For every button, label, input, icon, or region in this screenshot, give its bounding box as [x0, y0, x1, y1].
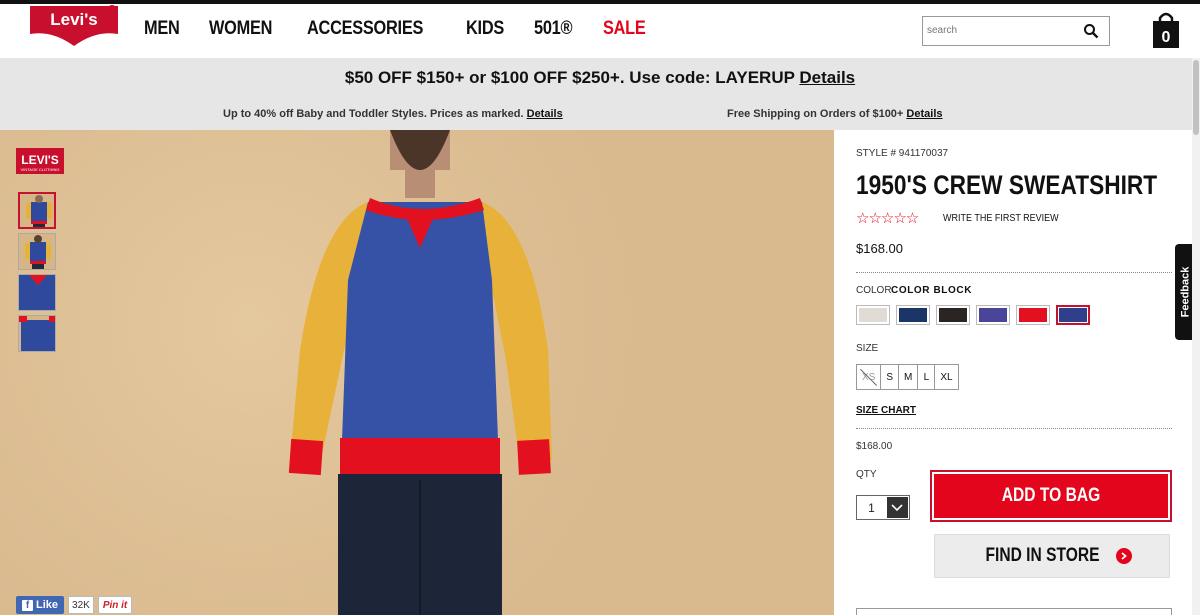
facebook-icon: f — [22, 599, 33, 611]
nav-women[interactable]: WOMEN — [209, 18, 272, 40]
facebook-like-button[interactable]: f Like — [16, 596, 65, 614]
qty-label: QTY — [856, 469, 877, 480]
site-header: Levi's MEN WOMEN ACCESSORIES KIDS 501® S… — [0, 4, 1200, 58]
thumbnail-3[interactable] — [18, 274, 56, 311]
promo-right-text: Free Shipping on Orders of $100+ — [727, 108, 904, 120]
quantity-value: 1 — [868, 500, 875, 515]
nav-501[interactable]: 501® — [534, 18, 573, 40]
search-box — [922, 16, 1110, 46]
thumbnail-4[interactable] — [18, 315, 56, 352]
product-title: 1950'S CREW SWEATSHIRT — [856, 170, 1158, 200]
promo-left-details-link[interactable]: Details — [527, 108, 563, 120]
product-details: STYLE # 941170037 1950'S CREW SWEATSHIRT… — [856, 130, 1172, 615]
product-price: $168.00 — [856, 241, 903, 256]
color-label: COLOR — [856, 285, 892, 296]
size-xs[interactable]: XS — [856, 364, 882, 390]
feedback-label: Feedback — [1179, 266, 1191, 318]
like-count: 32K — [68, 596, 94, 614]
color-swatch[interactable] — [896, 305, 930, 325]
search-icon[interactable] — [1083, 23, 1099, 39]
product-photo-model — [288, 130, 552, 615]
swatch-fill — [1059, 308, 1087, 322]
main-nav: MEN WOMEN ACCESSORIES KIDS 501® SALE — [144, 18, 652, 40]
swatch-fill — [859, 308, 887, 322]
social-buttons: f Like 32K Pin it — [16, 596, 133, 614]
bag-count: 0 — [1162, 29, 1171, 46]
swatch-fill — [1019, 308, 1047, 322]
color-swatches — [856, 305, 1090, 325]
size-xl[interactable]: XL — [934, 364, 959, 390]
page-scrollbar[interactable] — [1192, 58, 1200, 615]
promo-banner: $50 OFF $150+ or $100 OFF $250+. Use cod… — [0, 58, 1200, 130]
size-l[interactable]: L — [917, 364, 936, 390]
add-to-bag-label: ADD TO BAG — [1001, 485, 1101, 506]
promo-main-details-link[interactable]: Details — [799, 68, 855, 87]
next-section-box — [856, 608, 1172, 615]
color-swatch[interactable] — [976, 305, 1010, 325]
nav-men[interactable]: MEN — [144, 18, 180, 40]
levis-logo[interactable]: Levi's — [28, 4, 120, 46]
nav-sale[interactable]: SALE — [603, 18, 646, 40]
svg-text:VINTAGE CLOTHING: VINTAGE CLOTHING — [20, 167, 59, 172]
chevron-down-icon[interactable] — [886, 497, 908, 518]
size-chart-link[interactable]: SIZE CHART — [856, 405, 916, 416]
nav-kids[interactable]: KIDS — [466, 18, 504, 40]
promo-main: $50 OFF $150+ or $100 OFF $250+. Use cod… — [0, 68, 1200, 88]
product-gallery: LEVI'S VINTAGE CLOTHING f Like 32K Pin i… — [0, 130, 834, 615]
swatch-fill — [979, 308, 1007, 322]
promo-sub-left: Up to 40% off Baby and Toddler Styles. P… — [223, 108, 563, 120]
write-review-link[interactable]: WRITE THE FIRST REVIEW — [943, 213, 1059, 224]
color-swatch[interactable] — [856, 305, 890, 325]
swatch-fill — [939, 308, 967, 322]
style-number: STYLE # 941170037 — [856, 148, 949, 159]
color-swatch[interactable] — [1016, 305, 1050, 325]
promo-right-details-link[interactable]: Details — [906, 108, 942, 120]
size-m[interactable]: M — [898, 364, 919, 390]
size-label: SIZE — [856, 343, 879, 354]
shopping-bag-icon[interactable]: 0 — [1150, 10, 1182, 48]
svg-text:LEVI'S: LEVI'S — [21, 153, 59, 167]
color-swatch[interactable] — [936, 305, 970, 325]
chevron-right-icon — [1115, 548, 1132, 564]
divider — [856, 428, 1172, 429]
thumbnail-2[interactable] — [18, 233, 56, 270]
levis-vintage-logo: LEVI'S VINTAGE CLOTHING — [16, 148, 64, 174]
thumbnail-list — [18, 192, 56, 352]
color-swatch[interactable] — [1056, 305, 1090, 325]
rating-stars-icon[interactable]: ☆☆☆☆☆ — [856, 209, 919, 227]
thumbnail-1[interactable] — [18, 192, 56, 229]
pinterest-pin-button[interactable]: Pin it — [97, 596, 133, 614]
promo-main-text: $50 OFF $150+ or $100 OFF $250+. Use cod… — [344, 68, 795, 87]
like-label: Like — [36, 599, 59, 611]
scrollbar-thumb[interactable] — [1193, 60, 1199, 135]
add-to-bag-button[interactable]: ADD TO BAG — [930, 470, 1172, 522]
color-name: COLOR BLOCK — [891, 285, 973, 296]
find-in-store-button[interactable]: FIND IN STORE — [934, 534, 1170, 578]
quantity-select[interactable]: 1 — [856, 495, 910, 520]
swatch-fill — [899, 308, 927, 322]
promo-sub-right: Free Shipping on Orders of $100+ Details — [727, 108, 943, 120]
divider — [856, 272, 1172, 273]
price-small: $168.00 — [856, 441, 893, 452]
logo-text: Levi's — [50, 10, 98, 29]
nav-accessories[interactable]: ACCESSORIES — [307, 18, 423, 40]
promo-left-text: Up to 40% off Baby and Toddler Styles. P… — [223, 108, 524, 120]
size-options: XS S M L XL — [856, 364, 959, 390]
find-in-store-label: FIND IN STORE — [985, 545, 1099, 566]
size-s[interactable]: S — [880, 364, 900, 390]
search-input[interactable] — [927, 17, 1077, 43]
